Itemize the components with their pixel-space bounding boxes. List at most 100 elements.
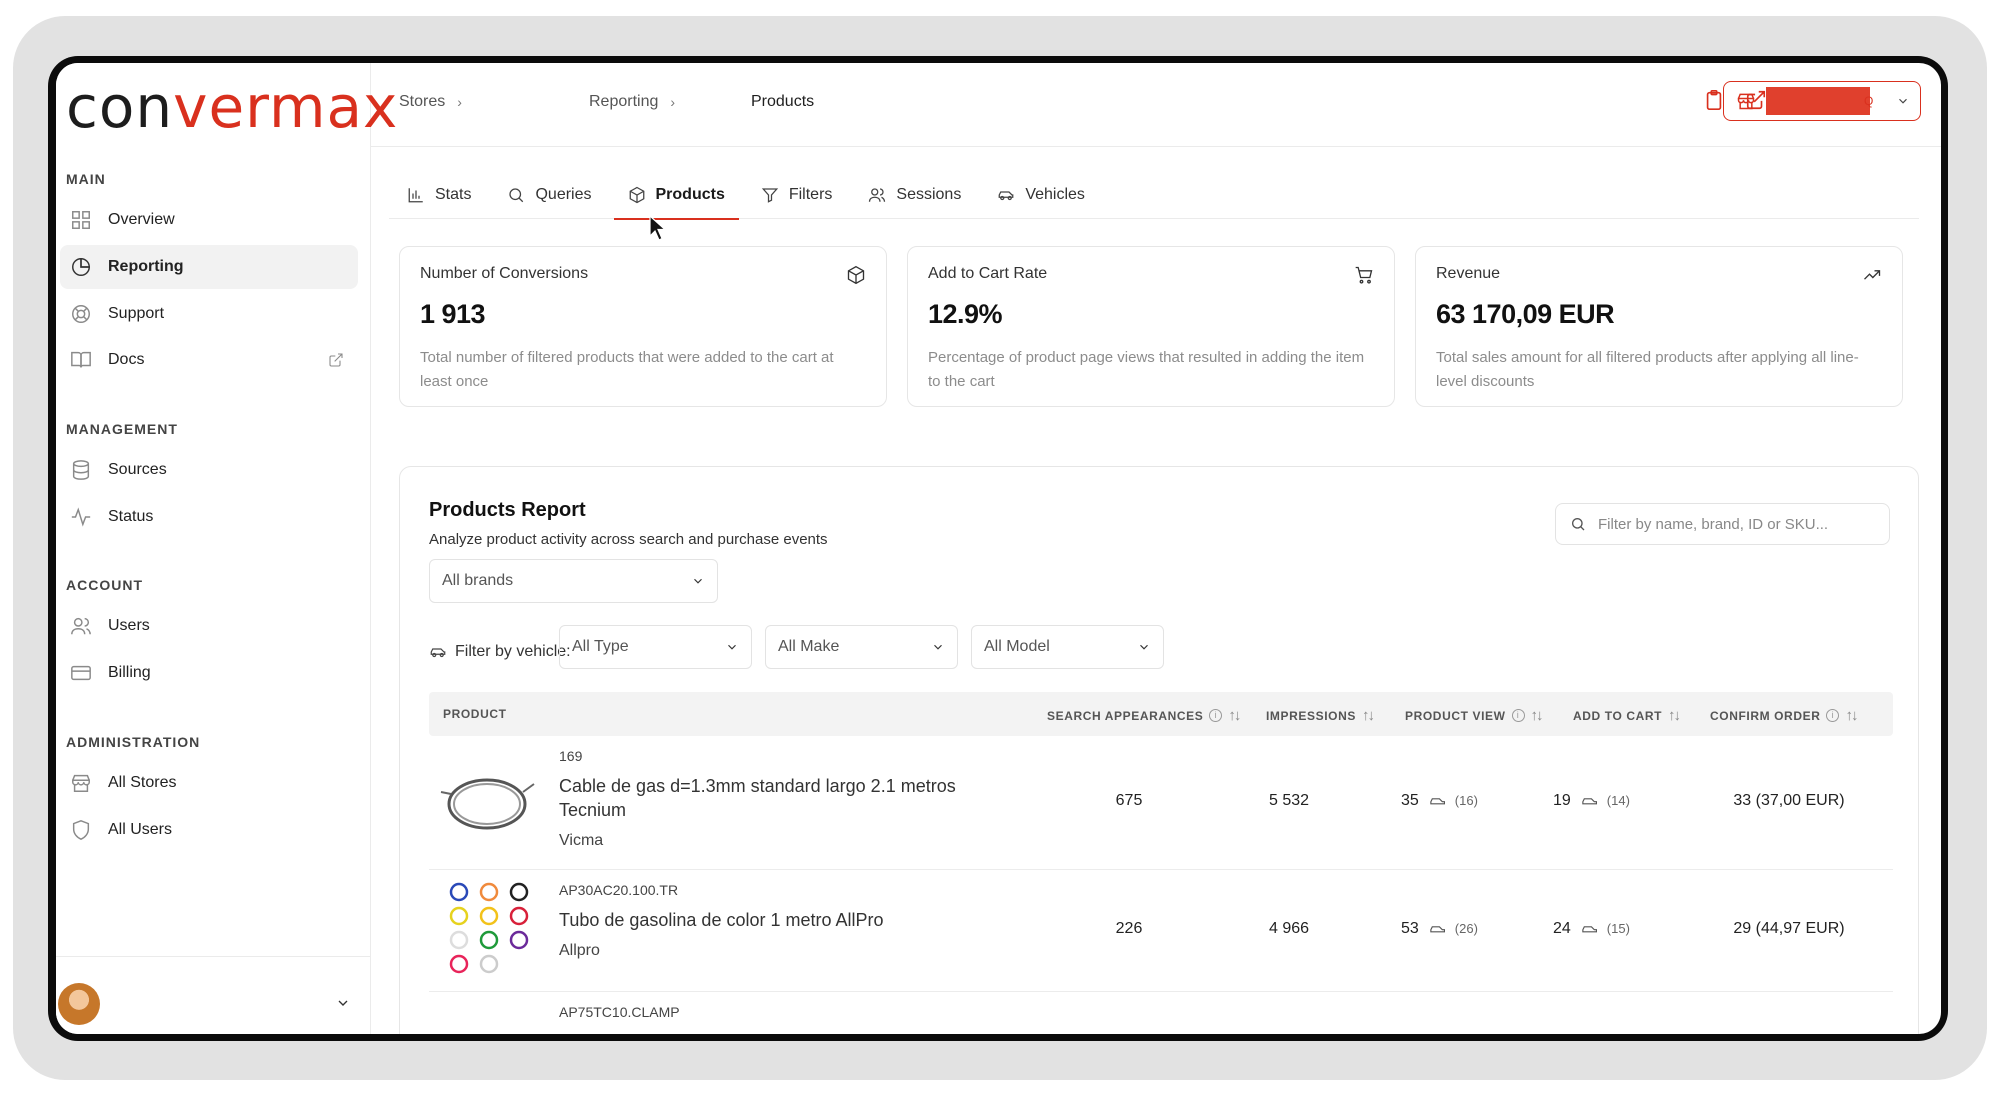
sort-icon[interactable]: ↑↓ xyxy=(1531,707,1544,724)
vehicle-type-value: All Type xyxy=(572,638,629,655)
report-tabs: Stats Queries Products Filters Sessions … xyxy=(389,171,1919,220)
tab-filters[interactable]: Filters xyxy=(743,171,851,219)
pie-chart-icon xyxy=(72,258,90,276)
sort-icon[interactable]: ↑↓ xyxy=(1228,707,1241,724)
vehicle-filter-label: Filter by vehicle: xyxy=(429,643,571,661)
stat-value: 12.9% xyxy=(928,299,1003,329)
box-icon xyxy=(629,186,644,204)
tab-label: Stats xyxy=(435,186,472,203)
trending-up-icon xyxy=(1864,270,1881,280)
vehicle-filter-text: Filter by vehicle: xyxy=(455,643,571,660)
table-row[interactable]: 169 Cable de gas d=1.3mm standard largo … xyxy=(429,736,1893,870)
product-sku: AP30AC20.100.TR xyxy=(559,882,679,898)
vehicle-model-select[interactable]: All Model xyxy=(971,625,1164,669)
database-icon xyxy=(72,460,90,480)
breadcrumb-label: Stores xyxy=(399,93,446,110)
store-icon xyxy=(1737,93,1755,110)
stat-value: 63 170,09 EUR xyxy=(1436,299,1615,329)
car-icon xyxy=(430,648,446,658)
sidebar-item-label: Reporting xyxy=(108,258,184,275)
vehicle-make-value: All Make xyxy=(778,638,840,655)
avatar[interactable] xyxy=(58,983,100,1025)
products-report: Products Report Analyze product activity… xyxy=(399,466,1919,1034)
sidebar-item-overview[interactable]: Overview xyxy=(60,198,358,242)
box-icon xyxy=(847,265,865,285)
report-subtitle: Analyze product activity across search a… xyxy=(429,531,828,548)
sidebar-item-reporting[interactable]: Reporting xyxy=(60,245,358,289)
info-icon[interactable]: i xyxy=(1826,709,1840,722)
sidebar-item-label: Support xyxy=(108,305,165,322)
product-search[interactable] xyxy=(1555,503,1890,545)
sidebar-item-label: All Users xyxy=(108,821,173,838)
vehicle-type-select[interactable]: All Type xyxy=(559,625,752,669)
vehicle-make-select[interactable]: All Make xyxy=(765,625,958,669)
clipboard-icon[interactable] xyxy=(1703,89,1725,111)
info-icon[interactable]: i xyxy=(1209,709,1223,722)
column-impressions[interactable]: IMPRESSIONS ↑↓ xyxy=(1266,707,1375,724)
product-name[interactable]: Cable de gas d=1.3mm standard largo 2.1 … xyxy=(559,774,999,822)
sort-icon[interactable]: ↑↓ xyxy=(1845,707,1858,724)
sidebar-item-all-stores[interactable]: All Stores xyxy=(60,761,358,805)
confirm-order-value: 29 (44,97 EUR) xyxy=(1733,920,1845,937)
sort-icon[interactable]: ↑↓ xyxy=(1362,707,1375,724)
chevron-right-icon: › xyxy=(670,94,676,110)
tab-stats[interactable]: Stats xyxy=(389,171,489,219)
convermax-logo[interactable]: convermax xyxy=(66,73,398,141)
product-search-input[interactable] xyxy=(1598,515,1868,533)
breadcrumb-stores[interactable]: Stores › xyxy=(399,93,462,111)
sort-icon[interactable]: ↑↓ xyxy=(1668,707,1681,724)
table-row[interactable]: AP30AC20.100.TR Tubo de gasolina de colo… xyxy=(429,870,1893,992)
stat-label: Number of Conversions xyxy=(420,265,589,282)
stat-description: Total sales amount for all filtered prod… xyxy=(1436,349,1859,390)
tab-sessions[interactable]: Sessions xyxy=(850,171,979,219)
section-main: MAIN xyxy=(66,171,106,187)
sidebar-item-support[interactable]: Support xyxy=(60,292,358,336)
column-add-to-cart[interactable]: ADD TO CART ↑↓ xyxy=(1573,707,1681,724)
table-row[interactable]: AP75TC10.CLAMP xyxy=(429,992,1893,1034)
chevron-down-icon xyxy=(1140,644,1148,650)
tab-vehicles[interactable]: Vehicles xyxy=(979,171,1103,219)
sidebar-item-label: Sources xyxy=(108,461,167,478)
column-confirm-order[interactable]: CONFIRM ORDER i ↑↓ xyxy=(1710,707,1858,724)
tab-products[interactable]: Products xyxy=(610,171,743,220)
bar-chart-icon xyxy=(408,188,423,203)
sidebar-item-label: Users xyxy=(108,617,150,634)
breadcrumb-reporting[interactable]: Reporting › xyxy=(589,93,675,111)
section-management: MANAGEMENT xyxy=(66,421,178,437)
tab-label: Sessions xyxy=(896,186,962,203)
sidebar-item-label: Overview xyxy=(108,211,175,228)
stat-card-add-to-cart-rate: Add to Cart Rate 12.9% Percentage of pro… xyxy=(907,246,1395,407)
tab-queries[interactable]: Queries xyxy=(489,171,609,219)
stat-description: Percentage of product page views that re… xyxy=(928,349,1365,390)
info-icon[interactable]: i xyxy=(1511,709,1525,722)
activity-icon xyxy=(71,507,91,527)
grid-icon xyxy=(72,211,90,229)
sidebar: convermax MAIN Overview Reporting Suppor… xyxy=(56,63,397,1034)
product-image xyxy=(449,882,529,974)
product-name[interactable]: Tubo de gasolina de color 1 metro AllPro xyxy=(559,908,999,932)
filter-icon xyxy=(761,188,778,203)
sidebar-item-docs[interactable]: Docs xyxy=(60,338,358,382)
cart-icon xyxy=(1355,266,1373,284)
column-search-appearances[interactable]: SEARCH APPEARANCES i ↑↓ xyxy=(1047,707,1241,724)
car-icon xyxy=(1582,926,1597,933)
sidebar-item-users[interactable]: Users xyxy=(60,604,358,648)
product-brand: Vicma xyxy=(559,832,604,849)
chevron-down-icon xyxy=(728,644,736,650)
shield-icon xyxy=(72,820,90,840)
sidebar-item-sources[interactable]: Sources xyxy=(60,448,358,492)
table-header: PRODUCT SEARCH APPEARANCES i ↑↓ IMPRESSION… xyxy=(429,692,1893,736)
breadcrumb-current: Products xyxy=(751,93,815,110)
chevron-down-icon[interactable] xyxy=(335,995,351,1011)
tab-label: Products xyxy=(655,186,725,203)
sidebar-item-status[interactable]: Status xyxy=(60,495,358,539)
user-menu[interactable] xyxy=(56,956,371,1034)
brand-select[interactable]: All brands xyxy=(429,559,718,603)
credit-card-icon xyxy=(71,665,91,681)
column-product-view[interactable]: PRODUCT VIEW i ↑↓ xyxy=(1405,707,1544,724)
sidebar-item-all-users[interactable]: All Users xyxy=(60,808,358,852)
store-selector[interactable]: Q xyxy=(1723,81,1921,121)
sidebar-item-billing[interactable]: Billing xyxy=(60,651,358,695)
app-window: convermax MAIN Overview Reporting Suppor… xyxy=(56,63,1941,1034)
stat-value: 1 913 xyxy=(420,299,486,329)
